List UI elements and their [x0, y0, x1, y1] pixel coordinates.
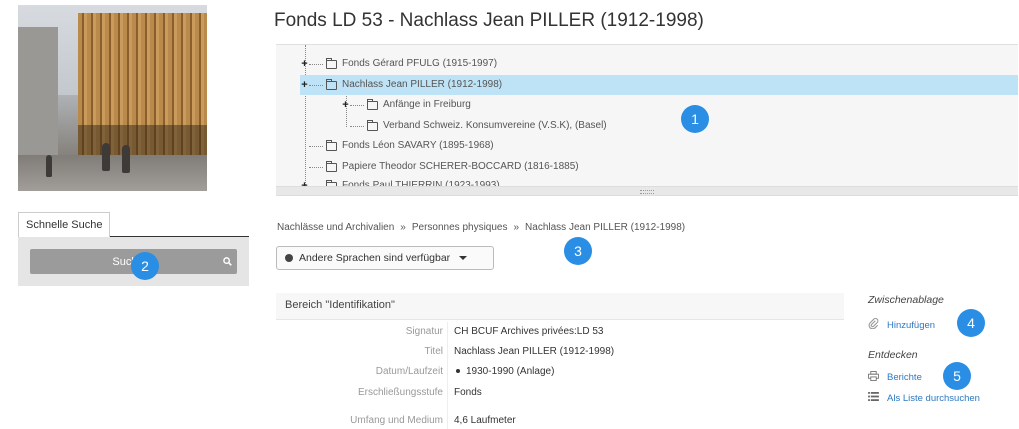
folder-icon [326, 57, 337, 69]
field-value: 1930-1990 (Anlage) [466, 366, 555, 377]
tree-item-label: Fonds Gérard PFULG (1915-1997) [342, 58, 498, 69]
breadcrumb-link[interactable]: Nachlässe und Archivalien [277, 222, 394, 233]
field-value: CH BCUF Archives privées:LD 53 [454, 326, 604, 337]
tree-item[interactable]: Verband Schweiz. Konsumvereine (V.S.K), … [341, 116, 607, 136]
field-label: Erschließungsstufe [357, 387, 443, 398]
tree-item-label: Verband Schweiz. Konsumvereine (V.S.K), … [383, 120, 607, 131]
clipboard-heading: Zwischenablage [868, 294, 944, 306]
other-languages-dropdown[interactable]: Andere Sprachen sind verfügbar [276, 246, 494, 270]
area-heading: Bereich "Identifikation" [285, 299, 395, 311]
field-label: Datum/Laufzeit [375, 366, 443, 377]
identification-area-header[interactable]: Bereich "Identifikation" [276, 293, 844, 320]
caret-down-icon [459, 256, 468, 260]
annotation-badge: 3 [564, 237, 592, 265]
breadcrumb: Nachlässe und Archivalien» Personnes phys… [277, 222, 686, 233]
folder-icon [367, 119, 378, 131]
tree-item-selected[interactable]: + Nachlass Jean PILLER (1912-1998) [300, 75, 1018, 95]
paperclip-icon [868, 318, 879, 332]
field-label: Signatur [405, 326, 443, 337]
expand-toggle[interactable]: + [341, 95, 350, 115]
page-title: Fonds LD 53 - Nachlass Jean PILLER (1912… [274, 10, 704, 31]
tree-item[interactable]: Fonds Léon SAVARY (1895-1968) [300, 136, 494, 156]
breadcrumb-link[interactable]: Personnes physiques [412, 222, 508, 233]
search-input[interactable] [30, 249, 226, 274]
folder-icon [326, 78, 337, 90]
tree-item[interactable]: + Anfänge in Freiburg [341, 95, 471, 115]
tree-item-label: Fonds Léon SAVARY (1895-1968) [342, 140, 494, 151]
folder-icon [326, 139, 337, 151]
field-label: Titel [424, 346, 443, 357]
tree-item-label: Nachlass Jean PILLER (1912-1998) [342, 79, 503, 90]
tree-item[interactable]: Papiere Theodor SCHERER-BOCCARD (1816-18… [300, 157, 579, 177]
list-icon [868, 392, 879, 404]
field-value: Nachlass Jean PILLER (1912-1998) [454, 346, 615, 357]
tree-item-label: Anfänge in Freiburg [383, 99, 471, 110]
field-value: 4,6 Laufmeter [454, 415, 516, 426]
quick-search-tab[interactable]: Schnelle Suche [18, 212, 111, 237]
search-icon [222, 257, 232, 266]
other-languages-label: Andere Sprachen sind verfügbar [299, 252, 451, 264]
reports-link[interactable]: Berichte [868, 371, 922, 384]
tree-resize-handle[interactable] [276, 186, 1018, 195]
breadcrumb-current: Nachlass Jean PILLER (1912-1998) [525, 222, 686, 233]
annotation-badge: 5 [943, 362, 971, 390]
printer-icon [868, 371, 879, 384]
annotation-badge: 2 [131, 252, 159, 280]
tree-item[interactable]: + Fonds Gérard PFULG (1915-1997) [300, 54, 497, 74]
folder-icon [367, 98, 378, 110]
browse-as-list-link[interactable]: Als Liste durchsuchen [868, 392, 980, 404]
globe-icon [285, 254, 293, 262]
field-value: Fonds [454, 387, 482, 398]
folder-icon [326, 160, 337, 172]
annotation-badge: 1 [681, 105, 709, 133]
repository-photo [18, 5, 207, 191]
browse-link-label: Als Liste durchsuchen [887, 392, 980, 404]
annotation-badge: 4 [957, 309, 985, 337]
add-to-clipboard-link[interactable]: Hinzufügen [868, 318, 935, 332]
expand-toggle[interactable]: + [300, 75, 309, 95]
search-button[interactable] [217, 249, 237, 274]
tree-item-label: Papiere Theodor SCHERER-BOCCARD (1816-18… [342, 161, 579, 172]
explore-heading: Entdecken [868, 349, 918, 361]
expand-toggle[interactable]: + [300, 54, 309, 74]
reports-link-label: Berichte [887, 372, 922, 383]
hierarchy-treeview: + Fonds Gérard PFULG (1915-1997) + Nachl… [276, 44, 1018, 196]
add-link-label: Hinzufügen [887, 319, 936, 331]
date-field: 1930-1990 (Anlage) [454, 366, 554, 377]
field-label: Umfang und Medium [350, 415, 443, 426]
